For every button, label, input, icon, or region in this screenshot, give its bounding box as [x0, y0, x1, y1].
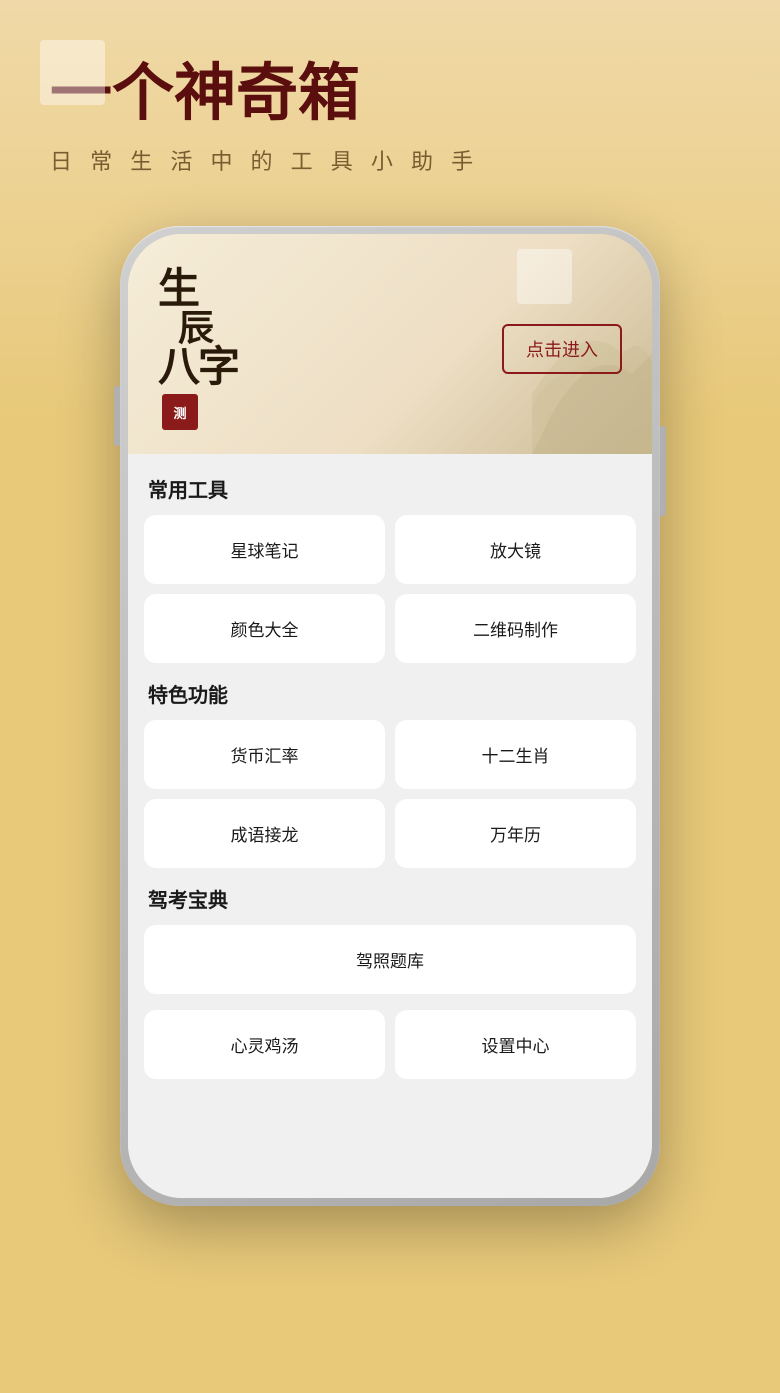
calli-char-1: 生 [158, 268, 198, 310]
tool-card-colors[interactable]: 颜色大全 [144, 594, 385, 663]
tool-card-calendar[interactable]: 万年历 [395, 799, 636, 868]
section-title-common-tools: 常用工具 [148, 474, 636, 503]
section-title-special-features: 特色功能 [148, 679, 636, 708]
app-banner: 生 辰 八字 测 点击进入 [128, 234, 652, 454]
tool-card-currency[interactable]: 货币汇率 [144, 720, 385, 789]
section-title-driving: 驾考宝典 [148, 884, 636, 913]
phone-frame: 生 辰 八字 测 点击进入 常用工具 星球笔记 放大镜 [120, 226, 660, 1206]
bottom-row: 心灵鸡汤 设置中心 [144, 1010, 636, 1079]
tool-card-zodiac[interactable]: 十二生肖 [395, 720, 636, 789]
paper-decoration [40, 40, 105, 105]
hero-subtitle: 日 常 生 活 中 的 工 具 小 助 手 [50, 144, 730, 176]
calli-char-3: 八字 [158, 346, 238, 388]
hero-section: 一个神奇箱 日 常 生 活 中 的 工 具 小 助 手 [0, 0, 780, 206]
content-scroll: 常用工具 星球笔记 放大镜 颜色大全 二维码制作 特色功能 货币汇率 十二生肖 … [128, 454, 652, 1099]
special-features-grid: 货币汇率 十二生肖 成语接龙 万年历 [144, 720, 636, 868]
tool-card-notes[interactable]: 星球笔记 [144, 515, 385, 584]
tool-card-settings[interactable]: 设置中心 [395, 1010, 636, 1079]
calligraphy-logo: 生 辰 八字 测 [158, 268, 238, 430]
screen-content: 常用工具 星球笔记 放大镜 颜色大全 二维码制作 特色功能 货币汇率 十二生肖 … [128, 454, 652, 1198]
tool-card-chicken-soup[interactable]: 心灵鸡汤 [144, 1010, 385, 1079]
tool-card-idiom[interactable]: 成语接龙 [144, 799, 385, 868]
tool-card-driving-exam[interactable]: 驾照题库 [144, 925, 636, 994]
phone-wrapper: 生 辰 八字 测 点击进入 常用工具 星球笔记 放大镜 [0, 226, 780, 1206]
seal-stamp: 测 [162, 394, 198, 430]
calli-char-2: 辰 [178, 310, 212, 346]
tool-card-magnifier[interactable]: 放大镜 [395, 515, 636, 584]
screen-paper-decoration [517, 249, 572, 304]
common-tools-grid: 星球笔记 放大镜 颜色大全 二维码制作 [144, 515, 636, 663]
hero-title: 一个神奇箱 [50, 60, 730, 128]
phone-screen: 生 辰 八字 测 点击进入 常用工具 星球笔记 放大镜 [128, 234, 652, 1198]
enter-button[interactable]: 点击进入 [502, 324, 622, 374]
tool-card-qrcode[interactable]: 二维码制作 [395, 594, 636, 663]
